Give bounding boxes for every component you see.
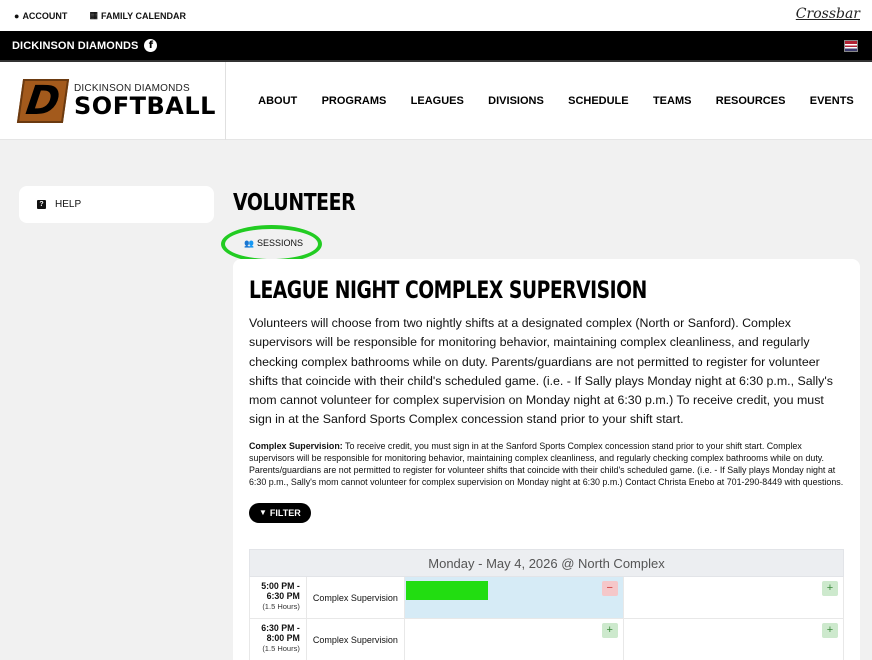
session-note: Complex Supervision: To receive credit, … (249, 440, 844, 489)
session-note-label: Complex Supervision: (249, 440, 343, 451)
add-volunteer-button[interactable]: + (601, 623, 618, 638)
flag-icon[interactable] (844, 40, 858, 52)
nav-divisions[interactable]: DIVISIONS (488, 95, 544, 107)
page-title: VOLUNTEER (233, 190, 356, 216)
shift-role: Complex Supervision (307, 619, 405, 660)
family-calendar-link[interactable]: ▦ FAMILY CALENDAR (89, 10, 186, 21)
org-bar: DICKINSON DIAMONDS f (0, 31, 872, 62)
logo-text: DICKINSON DIAMONDS SOFTBALL (74, 83, 216, 118)
session-title: LEAGUE NIGHT COMPLEX SUPERVISION (249, 276, 647, 304)
table-row: 5:00 PM - 6:30 PM (1.5 Hours) Complex Su… (249, 577, 844, 619)
schedule-day-header: Monday - May 4, 2026 @ North Complex (249, 549, 844, 577)
volunteer-slot-filled: − (404, 577, 624, 618)
account-link[interactable]: ● ACCOUNT (14, 11, 67, 21)
nav-resources[interactable]: RESOURCES (716, 95, 786, 107)
help-icon: ? (37, 200, 46, 209)
nav-leagues[interactable]: LEAGUES (411, 95, 464, 107)
remove-volunteer-button[interactable]: − (601, 581, 618, 596)
people-group-icon: 👥 (244, 238, 254, 248)
filter-label: FILTER (269, 507, 301, 518)
sidebar-item-label: HELP (55, 199, 82, 210)
volunteer-slot-empty: + (624, 577, 843, 618)
facebook-icon[interactable]: f (144, 39, 158, 52)
family-calendar-label: FAMILY CALENDAR (100, 10, 186, 21)
shift-time: 5:00 PM - 6:30 PM (1.5 Hours) (250, 577, 307, 618)
shift-time-end: 8:00 PM (266, 633, 300, 643)
volunteer-slot-empty: + (624, 619, 843, 660)
tab-sessions-label: SESSIONS (256, 238, 303, 248)
filter-button[interactable]: ▼ FILTER (249, 502, 311, 523)
shift-time-end: 6:30 PM (266, 591, 300, 601)
nav-events[interactable]: EVENTS (810, 95, 854, 107)
nav-teams[interactable]: TEAMS (653, 95, 692, 107)
sidebar-item-help[interactable]: ? HELP (19, 186, 214, 223)
shift-duration: (1.5 Hours) (262, 644, 300, 653)
nav-about[interactable]: ABOUT (258, 95, 297, 107)
volunteer-slot-empty: + (405, 619, 624, 660)
add-volunteer-button[interactable]: + (822, 581, 838, 596)
site-header: D DICKINSON DIAMONDS SOFTBALL ABOUT PROG… (0, 61, 872, 140)
shift-time-start: 5:00 PM - (261, 581, 300, 591)
user-icon: ● (14, 10, 20, 21)
logo-bottom-text: SOFTBALL (74, 92, 216, 120)
utility-bar: ● ACCOUNT ▦ FAMILY CALENDAR Crossbar (0, 0, 872, 31)
nav-programs[interactable]: PROGRAMS (322, 95, 387, 107)
main-nav: ABOUT PROGRAMS LEAGUES DIVISIONS SCHEDUL… (226, 95, 872, 107)
schedule-table: Monday - May 4, 2026 @ North Complex 5:0… (249, 549, 844, 660)
nav-schedule[interactable]: SCHEDULE (568, 95, 629, 107)
table-row: 6:30 PM - 8:00 PM (1.5 Hours) Complex Su… (249, 619, 844, 660)
site-logo[interactable]: D DICKINSON DIAMONDS SOFTBALL (0, 61, 226, 140)
filter-icon: ▼ (259, 508, 267, 518)
org-name: DICKINSON DIAMONDS (12, 39, 139, 52)
add-volunteer-button[interactable]: + (822, 623, 838, 638)
calendar-icon: ▦ (89, 10, 98, 20)
account-label: ACCOUNT (22, 10, 68, 21)
session-description: Volunteers will choose from two nightly … (249, 316, 833, 427)
tab-sessions[interactable]: 👥 SESSIONS (244, 238, 303, 248)
shift-duration: (1.5 Hours) (262, 602, 300, 611)
volunteer-name-bar (405, 581, 488, 600)
shift-role: Complex Supervision (307, 577, 405, 618)
shift-time: 6:30 PM - 8:00 PM (1.5 Hours) (250, 619, 307, 660)
crossbar-logo-link[interactable]: Crossbar (796, 6, 860, 22)
shift-time-start: 6:30 PM - (261, 623, 300, 633)
logo-d-mark: D (16, 78, 70, 124)
